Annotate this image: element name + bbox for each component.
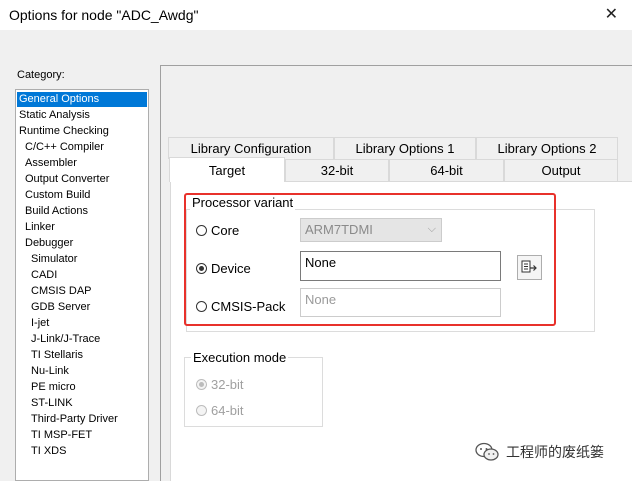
tab-library-options-2[interactable]: Library Options 2 [476, 137, 618, 159]
device-field[interactable]: None [300, 251, 501, 281]
watermark: 工程师的废纸篓 [474, 442, 604, 462]
cmsis-pack-radio-label: CMSIS-Pack [211, 299, 286, 314]
category-item-runtime-checking[interactable]: Runtime Checking [19, 124, 109, 139]
category-item-assembler[interactable]: Assembler [25, 156, 77, 171]
category-item-static-analysis[interactable]: Static Analysis [19, 108, 90, 123]
category-item-third-party-driver[interactable]: Third-Party Driver [31, 412, 118, 427]
cmsis-pack-field[interactable]: None [300, 288, 501, 317]
window-title: Options for node "ADC_Awdg" [9, 7, 199, 23]
execution-32-bit-radio[interactable]: 32-bit [196, 377, 244, 392]
category-item-gdb-server[interactable]: GDB Server [31, 300, 90, 315]
category-item-simulator[interactable]: Simulator [31, 252, 77, 267]
category-label: Category: [17, 69, 65, 81]
watermark-text: 工程师的废纸篓 [506, 444, 604, 460]
tab-library-configuration[interactable]: Library Configuration [168, 137, 334, 159]
cmsis-pack-field-value: None [305, 292, 337, 307]
category-item-st-link[interactable]: ST-LINK [31, 396, 73, 411]
tab-32-bit[interactable]: 32-bit [285, 159, 389, 181]
category-list[interactable]: General Options Static Analysis Runtime … [15, 89, 149, 481]
category-item-cadi[interactable]: CADI [31, 268, 57, 283]
chevron-down-icon: ⌵ [427, 223, 436, 235]
category-item-c-compiler[interactable]: C/C++ Compiler [25, 140, 104, 155]
processor-variant-title: Processor variant [190, 195, 296, 210]
category-item-custom-build[interactable]: Custom Build [25, 188, 90, 203]
device-browse-icon [521, 260, 537, 273]
category-item-jlink-jtrace[interactable]: J-Link/J-Trace [31, 332, 100, 347]
category-item-ti-stellaris[interactable]: TI Stellaris [31, 348, 83, 363]
execution-64-bit-label: 64-bit [211, 403, 244, 418]
category-item-linker[interactable]: Linker [25, 220, 55, 235]
category-item-build-actions[interactable]: Build Actions [25, 204, 88, 219]
device-radio-button[interactable] [196, 263, 207, 274]
device-select-button[interactable] [517, 255, 542, 280]
category-item-i-jet[interactable]: I-jet [31, 316, 49, 331]
core-select-value: ARM7TDMI [305, 222, 373, 237]
device-radio[interactable]: Device [196, 261, 251, 276]
category-item-cmsis-dap[interactable]: CMSIS DAP [31, 284, 92, 299]
execution-mode-title: Execution mode [191, 350, 289, 365]
core-radio-label: Core [211, 223, 240, 238]
core-select[interactable]: ARM7TDMI ⌵ [300, 218, 442, 242]
execution-32-bit-radio-button[interactable] [196, 379, 207, 390]
tab-target[interactable]: Target [169, 157, 285, 182]
category-item-general-options[interactable]: General Options [17, 92, 147, 107]
category-item-output-converter[interactable]: Output Converter [25, 172, 109, 187]
execution-32-bit-label: 32-bit [211, 377, 244, 392]
tab-library-options-1[interactable]: Library Options 1 [334, 137, 476, 159]
wechat-icon [475, 442, 499, 461]
cmsis-pack-radio[interactable]: CMSIS-Pack [196, 299, 285, 314]
tab-64-bit[interactable]: 64-bit [389, 159, 504, 181]
execution-64-bit-radio[interactable]: 64-bit [196, 403, 244, 418]
core-radio-button[interactable] [196, 225, 207, 236]
execution-64-bit-radio-button[interactable] [196, 405, 207, 416]
core-radio[interactable]: Core [196, 223, 239, 238]
category-item-debugger[interactable]: Debugger [25, 236, 73, 251]
tab-output[interactable]: Output [504, 159, 618, 181]
close-icon[interactable]: ✕ [605, 4, 618, 24]
category-item-nu-link[interactable]: Nu-Link [31, 364, 69, 379]
device-field-value: None [305, 255, 337, 270]
category-item-ti-msp-fet[interactable]: TI MSP-FET [31, 428, 92, 443]
cmsis-pack-radio-button[interactable] [196, 301, 207, 312]
title-bar: Options for node "ADC_Awdg" ✕ [0, 0, 632, 30]
category-item-pe-micro[interactable]: PE micro [31, 380, 76, 395]
category-item-ti-xds[interactable]: TI XDS [31, 444, 66, 459]
device-radio-label: Device [211, 261, 251, 276]
